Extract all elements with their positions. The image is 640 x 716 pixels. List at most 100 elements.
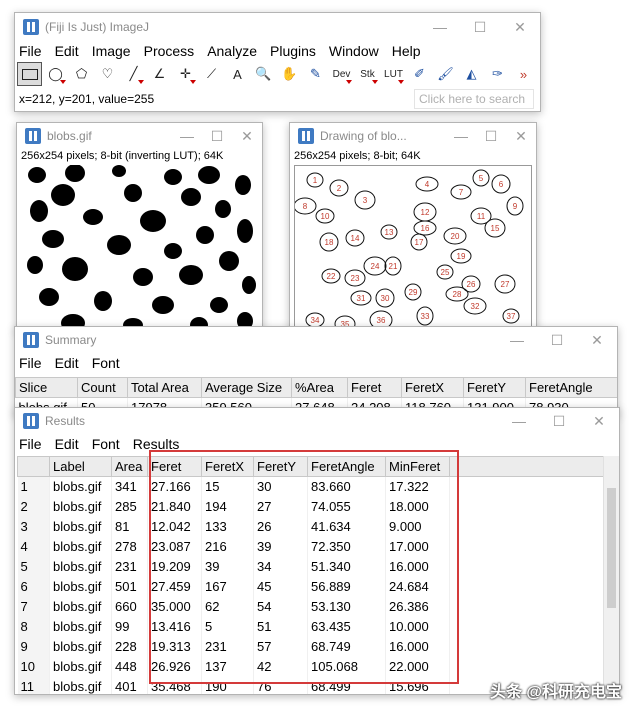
more-tools-icon[interactable]: »: [511, 62, 536, 86]
menu-file[interactable]: File: [19, 43, 42, 59]
magnifier-icon[interactable]: 🔍: [251, 62, 276, 86]
lut-menu-icon[interactable]: LUT: [381, 62, 406, 86]
close-icon[interactable]: ✕: [232, 123, 262, 149]
column-header-area[interactable]: %Area: [291, 377, 348, 398]
table-row[interactable]: 2 blobs.gif 285 21.840 194 27 74.055 18.000: [17, 496, 604, 517]
maximize-icon[interactable]: ☐: [202, 123, 232, 149]
menu-image[interactable]: Image: [92, 43, 131, 59]
table-cell: 68.499: [307, 676, 386, 694]
column-header-total-area[interactable]: Total Area: [127, 377, 202, 398]
column-header-feret[interactable]: Feret: [347, 377, 402, 398]
table-row[interactable]: 3 blobs.gif 81 12.042 133 26 41.634 9.000: [17, 516, 604, 537]
menu-font[interactable]: Font: [92, 436, 120, 452]
column-header-average-size[interactable]: Average Size: [201, 377, 292, 398]
summary-titlebar[interactable]: Summary — ☐ ✕: [15, 327, 617, 353]
blob-label: 14: [351, 234, 360, 243]
menu-file[interactable]: File: [19, 355, 42, 371]
blob-label: 21: [389, 262, 398, 271]
column-header-area[interactable]: Area: [111, 456, 148, 477]
menu-file[interactable]: File: [19, 436, 42, 452]
close-icon[interactable]: ✕: [500, 13, 540, 41]
tool-glyph: »: [519, 66, 528, 82]
table-row[interactable]: 10 blobs.gif 448 26.926 137 42 105.068 22.000: [17, 656, 604, 677]
line-tool-icon[interactable]: ╱: [121, 62, 146, 86]
maximize-icon[interactable]: ☐: [539, 408, 579, 434]
blobs-image-canvas[interactable]: [23, 165, 261, 331]
column-header-ferety[interactable]: FeretY: [463, 377, 526, 398]
menu-results[interactable]: Results: [133, 436, 180, 452]
rectangle-select-icon[interactable]: [17, 62, 42, 86]
blobs-titlebar[interactable]: blobs.gif — ☐ ✕: [17, 123, 262, 149]
menu-edit[interactable]: Edit: [55, 436, 79, 452]
dev-menu-icon[interactable]: Dev: [329, 62, 354, 86]
column-header-minferet[interactable]: MinFeret: [385, 456, 450, 477]
table-cell-empty: [449, 656, 604, 677]
search-input[interactable]: Click here to search: [414, 89, 534, 109]
table-row[interactable]: 7 blobs.gif 660 35.000 62 54 53.130 26.386: [17, 596, 604, 617]
paintbrush-icon[interactable]: ✑: [485, 62, 510, 86]
close-icon[interactable]: ✕: [577, 327, 617, 353]
table-cell: blobs.gif: [49, 676, 112, 694]
minimize-icon[interactable]: —: [499, 408, 539, 434]
angle-tool-icon[interactable]: ∠: [147, 62, 172, 86]
results-scrollbar[interactable]: [603, 456, 619, 694]
table-row[interactable]: 1 blobs.gif 341 27.166 15 30 83.660 17.322: [17, 476, 604, 497]
blob-label: 26: [467, 280, 476, 289]
freehand-select-icon[interactable]: ♡: [95, 62, 120, 86]
maximize-icon[interactable]: ☐: [460, 13, 500, 41]
drawing-titlebar[interactable]: Drawing of blo... — ☐ ✕: [290, 123, 536, 149]
minimize-icon[interactable]: —: [172, 123, 202, 149]
close-icon[interactable]: ✕: [506, 123, 536, 149]
table-cell: 6: [17, 576, 50, 597]
polygon-select-icon[interactable]: ⬠: [69, 62, 94, 86]
menu-window[interactable]: Window: [329, 43, 379, 59]
column-header-feretx[interactable]: FeretX: [401, 377, 464, 398]
wand-tool-icon[interactable]: ⟋: [199, 62, 224, 86]
brush-icon[interactable]: 🖌: [433, 62, 458, 86]
maximize-icon[interactable]: ☐: [476, 123, 506, 149]
point-tool-icon[interactable]: ✛: [173, 62, 198, 86]
menu-help[interactable]: Help: [392, 43, 421, 59]
column-header-label[interactable]: Label: [49, 456, 112, 477]
maximize-icon[interactable]: ☐: [537, 327, 577, 353]
scroll-hand-icon[interactable]: ✋: [277, 62, 302, 86]
table-cell: 15: [201, 476, 254, 497]
column-header-count[interactable]: Count: [77, 377, 128, 398]
table-cell: 5: [201, 616, 254, 637]
column-header-feretangle[interactable]: FeretAngle: [307, 456, 386, 477]
close-icon[interactable]: ✕: [579, 408, 619, 434]
flood-fill-icon[interactable]: ◭: [459, 62, 484, 86]
results-titlebar[interactable]: Results — ☐ ✕: [15, 408, 619, 434]
image-info: 256x254 pixels; 8-bit; 64K: [294, 150, 421, 162]
column-header-slice[interactable]: Slice: [15, 377, 78, 398]
stk-menu-icon[interactable]: Stk: [355, 62, 380, 86]
oval-select-icon[interactable]: ◯: [43, 62, 68, 86]
menu-analyze[interactable]: Analyze: [207, 43, 257, 59]
menu-process[interactable]: Process: [144, 43, 195, 59]
column-header-index[interactable]: [17, 456, 50, 477]
table-cell-empty: [449, 556, 604, 577]
menu-font[interactable]: Font: [92, 355, 120, 371]
column-header-ferety[interactable]: FeretY: [253, 456, 308, 477]
scroll-thumb[interactable]: [607, 488, 616, 608]
menu-edit[interactable]: Edit: [55, 43, 79, 59]
menu-plugins[interactable]: Plugins: [270, 43, 316, 59]
color-picker-icon[interactable]: ✎: [303, 62, 328, 86]
table-row[interactable]: 4 blobs.gif 278 23.087 216 39 72.350 17.000: [17, 536, 604, 557]
minimize-icon[interactable]: —: [420, 13, 460, 41]
menu-edit[interactable]: Edit: [55, 355, 79, 371]
table-row[interactable]: 5 blobs.gif 231 19.209 39 34 51.340 16.000: [17, 556, 604, 577]
minimize-icon[interactable]: —: [446, 123, 476, 149]
imagej-titlebar[interactable]: (Fiji Is Just) ImageJ — ☐ ✕: [15, 13, 540, 41]
pencil-icon[interactable]: ✐: [407, 62, 432, 86]
blob-label: 34: [311, 316, 320, 325]
table-row[interactable]: 9 blobs.gif 228 19.313 231 57 68.749 16.000: [17, 636, 604, 657]
column-header-feretangle[interactable]: FeretAngle: [525, 377, 617, 398]
text-tool-icon[interactable]: A: [225, 62, 250, 86]
column-header-feretx[interactable]: FeretX: [201, 456, 254, 477]
minimize-icon[interactable]: —: [497, 327, 537, 353]
column-header-feret[interactable]: Feret: [147, 456, 202, 477]
drawing-canvas[interactable]: 1 2 3 4 5 6 7 8 9 10 11 12 13 14 15 16 17 18 19 20 21 22 23 24 2…: [294, 165, 532, 331]
table-row[interactable]: 6 blobs.gif 501 27.459 167 45 56.889 24.684: [17, 576, 604, 597]
table-row[interactable]: 8 blobs.gif 99 13.416 5 51 63.435 10.000: [17, 616, 604, 637]
